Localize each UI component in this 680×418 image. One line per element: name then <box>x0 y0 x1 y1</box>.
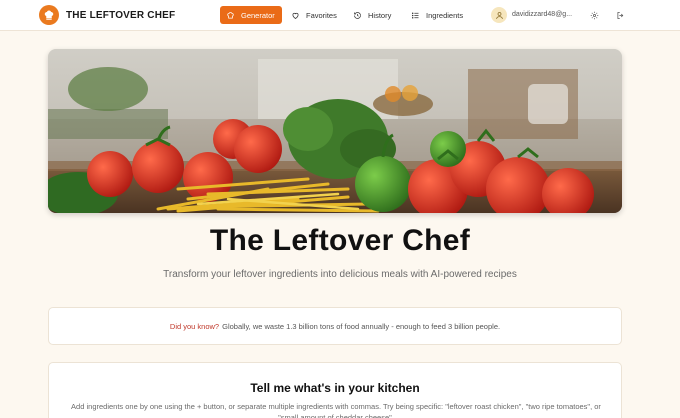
kitchen-card-help-text: Add ingredients one by one using the + b… <box>71 402 601 418</box>
nav-favorites-button[interactable]: Favorites <box>291 6 337 24</box>
top-navigation-bar: THE LEFTOVER CHEF Generator Favorites Hi… <box>0 0 680 31</box>
nav-generator-label: Generator <box>241 10 275 20</box>
nav-ingredients-button[interactable]: Ingredients <box>411 6 463 24</box>
list-icon <box>411 12 419 18</box>
user-avatar[interactable] <box>491 7 507 23</box>
fact-lead-label: Did you know? <box>169 321 220 331</box>
kitchen-card-title: Tell me what's in your kitchen <box>250 381 420 395</box>
kitchen-input-card: Tell me what's in your kitchen Add ingre… <box>48 362 622 418</box>
user-icon <box>495 11 503 19</box>
logout-icon <box>617 11 623 19</box>
nav-history-label: History <box>368 10 392 20</box>
settings-button[interactable] <box>589 10 599 20</box>
gear-icon <box>590 11 598 19</box>
brand-title[interactable]: THE LEFTOVER CHEF <box>66 10 175 21</box>
nav-generator-button[interactable]: Generator <box>220 6 282 24</box>
fact-text: Globally, we waste 1.3 billion tons of f… <box>222 321 501 331</box>
logout-button[interactable] <box>615 10 625 20</box>
nav-history-button[interactable]: History <box>353 6 391 24</box>
user-email[interactable]: davidizzard48@g... <box>512 11 572 18</box>
page-title: The Leftover Chef <box>209 224 471 257</box>
chef-hat-icon[interactable] <box>39 5 59 25</box>
chef-hat-icon <box>227 11 234 18</box>
nav-ingredients-label: Ingredients <box>426 10 464 20</box>
nav-favorites-label: Favorites <box>306 10 337 20</box>
page-subtitle: Transform your leftover ingredients into… <box>163 269 517 280</box>
food-waste-fact-card: Did you know? Globally, we waste 1.3 bil… <box>48 307 622 345</box>
heart-icon <box>292 12 299 19</box>
hero-image <box>48 49 622 213</box>
history-icon <box>354 11 361 19</box>
